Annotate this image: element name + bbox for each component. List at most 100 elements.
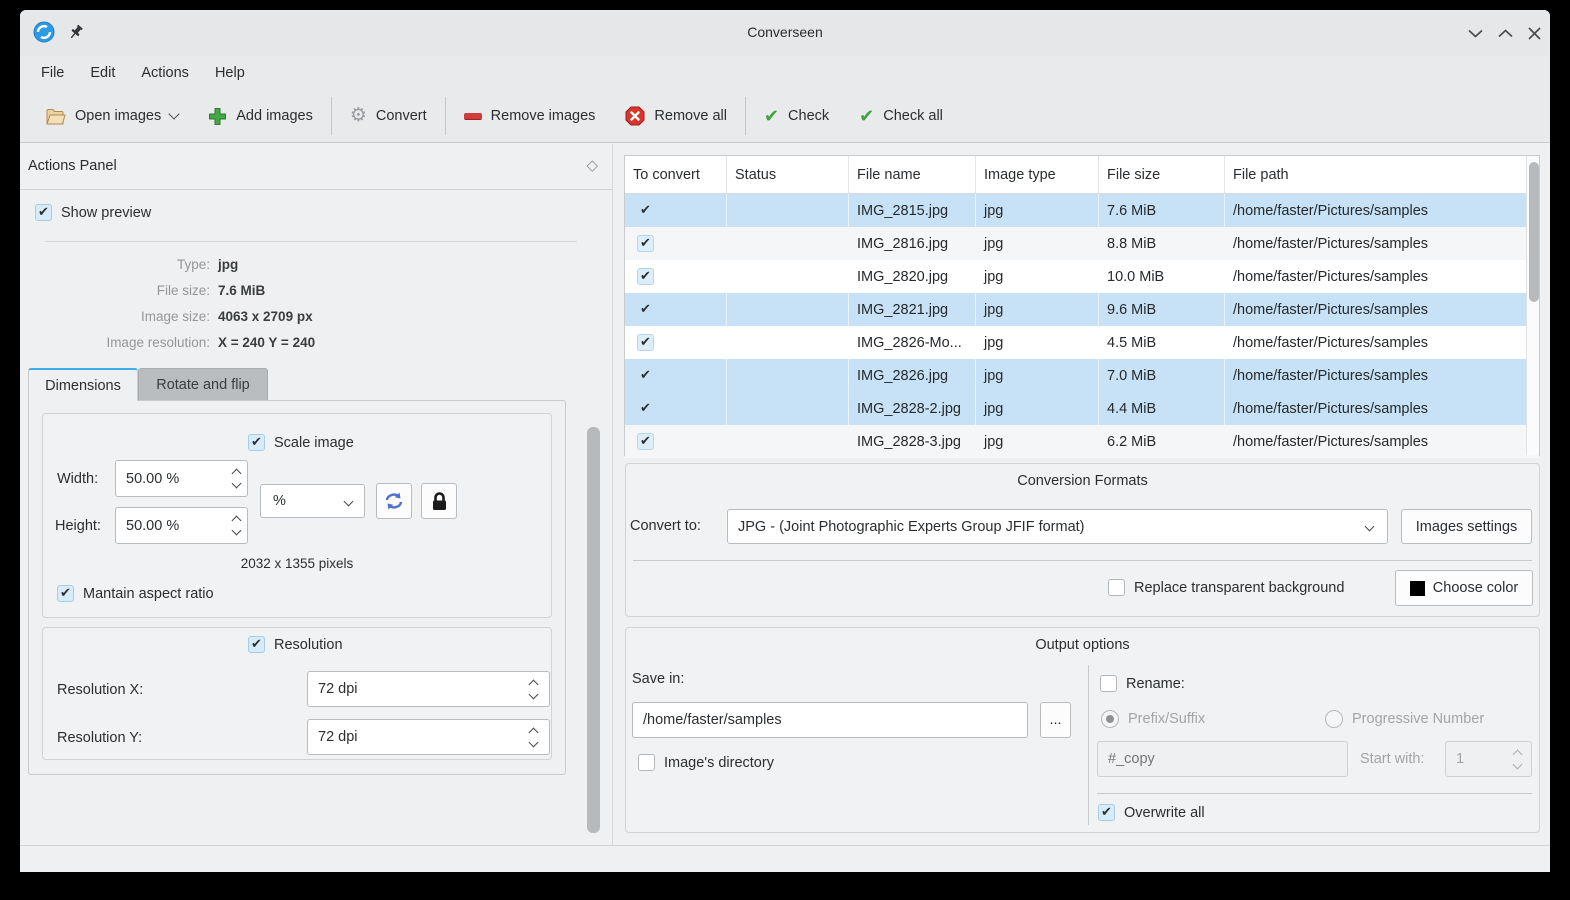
- save-path-input[interactable]: [633, 712, 1027, 728]
- table-scrollbar-thumb[interactable]: [1529, 162, 1539, 302]
- info-resolution-value: X = 240 Y = 240: [218, 335, 315, 350]
- width-input[interactable]: [116, 471, 247, 487]
- maintain-aspect-ratio-checkbox[interactable]: Mantain aspect ratio: [57, 585, 214, 602]
- row-checkbox[interactable]: [637, 202, 654, 219]
- start-with-spinbox[interactable]: [1445, 741, 1532, 777]
- images-settings-button[interactable]: Images settings: [1401, 509, 1532, 544]
- prefix-suffix-radio[interactable]: Prefix/Suffix: [1101, 710, 1205, 728]
- spin-up-icon[interactable]: [1513, 749, 1523, 759]
- resolution-y-spinbox[interactable]: [307, 719, 550, 755]
- spin-down-icon[interactable]: [232, 526, 242, 536]
- close-button[interactable]: [1525, 24, 1543, 42]
- col-to-convert[interactable]: To convert: [625, 156, 727, 193]
- to-convert-cell[interactable]: [625, 392, 727, 425]
- remove-images-button[interactable]: Remove images: [449, 96, 611, 136]
- row-checkbox[interactable]: [637, 268, 654, 285]
- col-status[interactable]: Status: [727, 156, 849, 193]
- swap-dimensions-button[interactable]: [376, 483, 412, 519]
- open-images-button[interactable]: Open images: [30, 96, 193, 136]
- to-convert-cell[interactable]: [625, 326, 727, 359]
- lock-ratio-button[interactable]: [421, 483, 457, 519]
- table-row[interactable]: IMG_2821.jpgjpg9.6 MiB/home/faster/Pictu…: [625, 293, 1539, 326]
- info-resolution-label: Image resolution:: [26, 335, 210, 350]
- spin-up-icon[interactable]: [232, 469, 242, 479]
- col-file-path[interactable]: File path: [1225, 156, 1539, 193]
- menu-help[interactable]: Help: [202, 59, 258, 87]
- image-type-cell: jpg: [976, 326, 1099, 359]
- spin-down-icon[interactable]: [529, 689, 539, 699]
- rename-pattern-field[interactable]: [1097, 741, 1348, 777]
- row-checkbox[interactable]: [637, 301, 654, 318]
- row-checkbox[interactable]: [637, 367, 654, 384]
- height-input[interactable]: [116, 518, 247, 534]
- choose-color-button[interactable]: Choose color: [1395, 570, 1533, 606]
- check-button[interactable]: ✔ Check: [749, 96, 844, 136]
- minimize-button[interactable]: [1466, 24, 1484, 42]
- save-path-field[interactable]: [632, 702, 1028, 738]
- table-scrollbar[interactable]: [1526, 156, 1539, 455]
- table-row[interactable]: IMG_2828-2.jpgjpg4.4 MiB/home/faster/Pic…: [625, 392, 1539, 425]
- checkbox-indicator: [1098, 804, 1115, 821]
- resolution-x-label: Resolution X:: [57, 682, 143, 698]
- table-row[interactable]: IMG_2820.jpgjpg10.0 MiB/home/faster/Pict…: [625, 260, 1539, 293]
- unit-combobox[interactable]: %: [260, 484, 365, 518]
- table-row[interactable]: IMG_2826.jpgjpg7.0 MiB/home/faster/Pictu…: [625, 359, 1539, 392]
- resolution-y-input[interactable]: [308, 729, 549, 745]
- scale-image-checkbox[interactable]: Scale image: [248, 434, 354, 451]
- table-row[interactable]: IMG_2815.jpgjpg7.6 MiB/home/faster/Pictu…: [625, 194, 1539, 227]
- menu-actions[interactable]: Actions: [128, 59, 202, 87]
- spin-down-icon[interactable]: [529, 737, 539, 747]
- tab-rotate-and-flip[interactable]: Rotate and flip: [138, 368, 268, 401]
- images-directory-checkbox[interactable]: Image's directory: [638, 754, 774, 771]
- chevron-down-icon: [1365, 522, 1375, 532]
- titlebar[interactable]: Converseen: [20, 10, 1550, 56]
- float-panel-icon[interactable]: ◇: [586, 156, 598, 174]
- convert-button[interactable]: ⚙ Convert: [335, 96, 442, 136]
- height-spinbox[interactable]: [115, 507, 248, 544]
- to-convert-cell[interactable]: [625, 227, 727, 260]
- progressive-number-radio[interactable]: Progressive Number: [1325, 710, 1484, 728]
- browse-button[interactable]: ...: [1040, 702, 1071, 738]
- menu-file[interactable]: File: [28, 59, 77, 87]
- table-row[interactable]: IMG_2816.jpgjpg8.8 MiB/home/faster/Pictu…: [625, 227, 1539, 260]
- add-images-button[interactable]: Add images: [193, 96, 328, 136]
- check-all-button[interactable]: ✔ Check all: [844, 96, 958, 136]
- table-row[interactable]: IMG_2828-3.jpgjpg6.2 MiB/home/faster/Pic…: [625, 425, 1539, 458]
- maximize-button[interactable]: [1496, 24, 1514, 42]
- spin-up-icon[interactable]: [529, 727, 539, 737]
- row-checkbox[interactable]: [637, 400, 654, 417]
- remove-all-button[interactable]: Remove all: [610, 96, 742, 136]
- image-type-cell: jpg: [976, 392, 1099, 425]
- row-checkbox[interactable]: [637, 235, 654, 252]
- panel-scrollbar-thumb[interactable]: [587, 427, 600, 833]
- col-image-type[interactable]: Image type: [976, 156, 1099, 193]
- rename-checkbox[interactable]: Rename:: [1100, 675, 1185, 692]
- panel-splitter[interactable]: [612, 144, 613, 845]
- menu-edit[interactable]: Edit: [77, 59, 128, 87]
- table-row[interactable]: IMG_2826-Mo...jpg4.5 MiB/home/faster/Pic…: [625, 326, 1539, 359]
- resolution-x-input[interactable]: [308, 681, 549, 697]
- width-spinbox[interactable]: [115, 460, 248, 497]
- row-checkbox[interactable]: [637, 334, 654, 351]
- spin-down-icon[interactable]: [1513, 759, 1523, 769]
- to-convert-cell[interactable]: [625, 293, 727, 326]
- resolution-checkbox[interactable]: Resolution: [248, 636, 343, 653]
- spin-up-icon[interactable]: [529, 679, 539, 689]
- spin-up-icon[interactable]: [232, 516, 242, 526]
- replace-transparent-checkbox[interactable]: Replace transparent background: [1108, 579, 1344, 596]
- table-header-row: To convert Status File name Image type F…: [625, 156, 1539, 194]
- row-checkbox[interactable]: [637, 433, 654, 450]
- to-convert-cell[interactable]: [625, 359, 727, 392]
- format-combobox[interactable]: JPG - (Joint Photographic Experts Group …: [727, 509, 1388, 544]
- rename-pattern-input[interactable]: [1098, 751, 1347, 767]
- col-file-size[interactable]: File size: [1099, 156, 1225, 193]
- spin-down-icon[interactable]: [232, 479, 242, 489]
- overwrite-all-checkbox[interactable]: Overwrite all: [1098, 804, 1205, 821]
- to-convert-cell[interactable]: [625, 194, 727, 227]
- tab-dimensions[interactable]: Dimensions: [28, 368, 138, 401]
- show-preview-checkbox[interactable]: Show preview: [35, 204, 151, 221]
- col-file-name[interactable]: File name: [849, 156, 976, 193]
- to-convert-cell[interactable]: [625, 260, 727, 293]
- resolution-x-spinbox[interactable]: [307, 671, 550, 707]
- to-convert-cell[interactable]: [625, 425, 727, 458]
